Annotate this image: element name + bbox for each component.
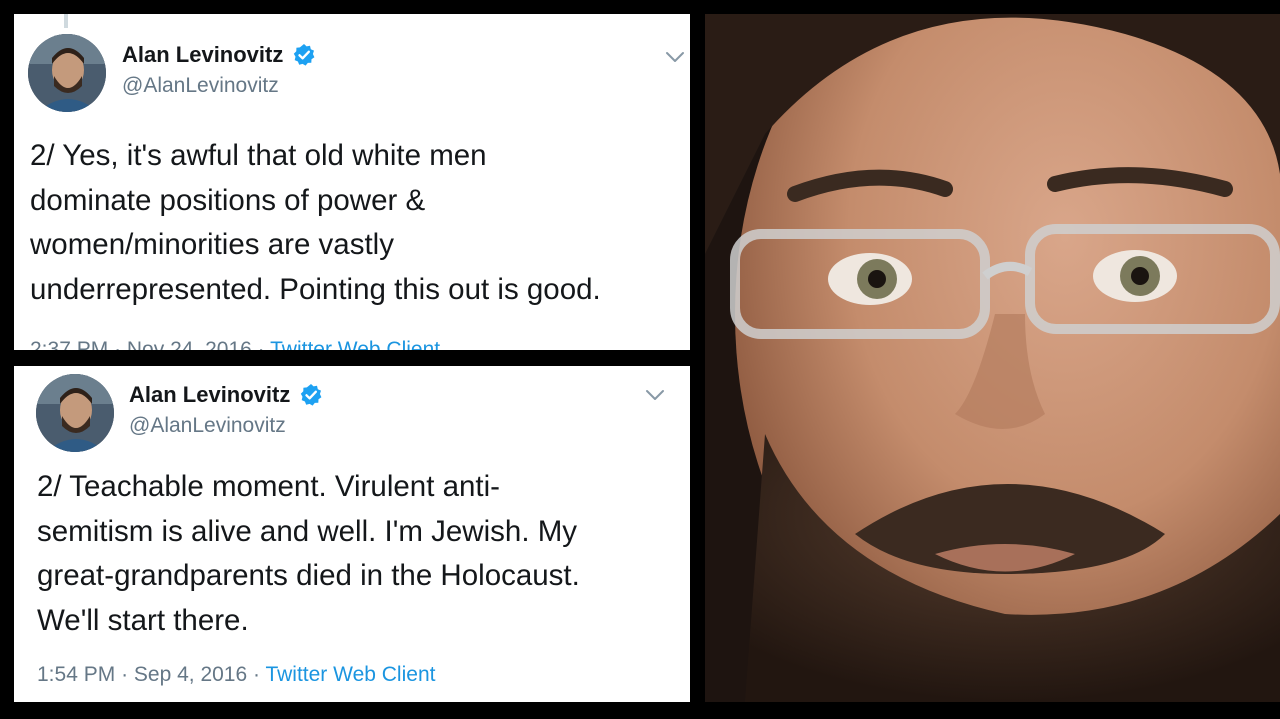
tweet-card-1[interactable]: Alan Levinovitz @AlanLevinovitz 2/ Yes, … <box>14 14 690 350</box>
avatar-photo <box>36 374 114 452</box>
avatar-photo <box>28 34 106 112</box>
author-handle[interactable]: @AlanLevinovitz <box>129 414 323 438</box>
chevron-down-icon[interactable] <box>664 50 686 64</box>
tweet-author: Alan Levinovitz @AlanLevinovitz <box>122 42 316 98</box>
chevron-down-icon[interactable] <box>644 388 666 402</box>
tweet-time[interactable]: 1:54 PM <box>37 663 115 686</box>
avatar[interactable] <box>36 374 114 452</box>
meta-separator: · <box>114 338 127 350</box>
tweet-meta: 1:54 PM · Sep 4, 2016 · Twitter Web Clie… <box>37 663 435 687</box>
tweet-text: 2/ Yes, it's awful that old white men do… <box>30 139 601 306</box>
tweet-source-link[interactable]: Twitter Web Client <box>265 663 435 686</box>
tweet-source-link[interactable]: Twitter Web Client <box>270 338 440 350</box>
tweet-text: 2/ Teachable moment. Virulent anti- semi… <box>37 470 580 637</box>
tweet-meta: 2:37 PM · Nov 24, 2016 · Twitter Web Cli… <box>30 338 440 350</box>
meta-separator: · <box>121 663 134 686</box>
thread-connector-line <box>64 14 68 28</box>
tweet-date[interactable]: Nov 24, 2016 <box>127 338 252 350</box>
meta-separator: · <box>253 663 266 686</box>
meta-separator: · <box>257 338 271 350</box>
portrait-photo <box>705 14 1280 702</box>
verified-badge-icon <box>299 383 323 407</box>
author-display-name[interactable]: Alan Levinovitz <box>122 42 283 68</box>
tweet-card-2[interactable]: Alan Levinovitz @AlanLevinovitz 2/ Teach… <box>14 366 690 702</box>
tweet-time[interactable]: 2:37 PM <box>30 338 108 350</box>
avatar[interactable] <box>28 34 106 112</box>
author-handle[interactable]: @AlanLevinovitz <box>122 74 316 98</box>
author-display-name[interactable]: Alan Levinovitz <box>129 382 290 408</box>
tweet-date[interactable]: Sep 4, 2016 <box>134 663 247 686</box>
verified-badge-icon <box>292 43 316 67</box>
tweet-author: Alan Levinovitz @AlanLevinovitz <box>129 382 323 438</box>
